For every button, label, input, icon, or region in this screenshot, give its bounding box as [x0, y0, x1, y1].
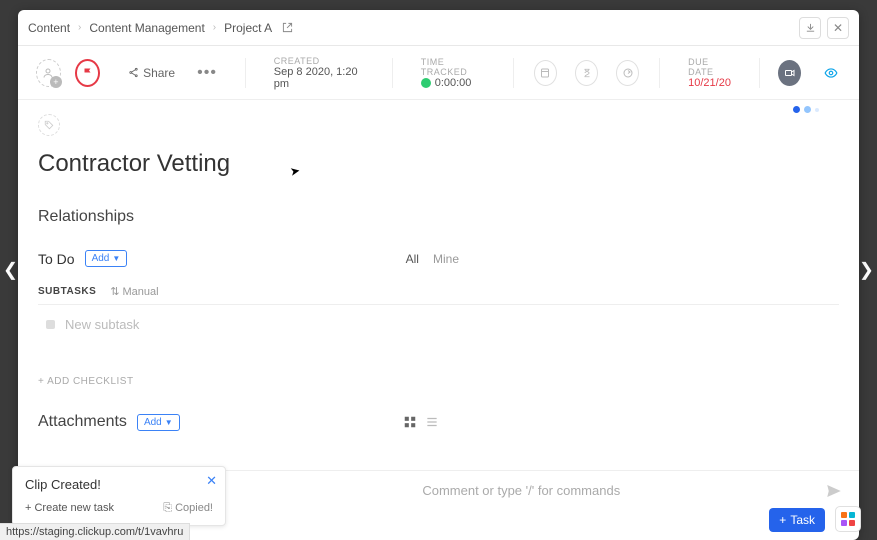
chevron-right-icon: ›: [213, 22, 216, 33]
share-label: Share: [143, 66, 175, 80]
sort-arrows-icon: ⇅: [110, 285, 119, 298]
status-url: https://staging.clickup.com/t/1vavhru: [0, 523, 190, 540]
sort-label: Manual: [122, 286, 158, 298]
due-label: DUE DATE: [688, 57, 731, 77]
breadcrumb-l3[interactable]: Project A: [224, 21, 272, 35]
loading-indicator: [793, 106, 819, 113]
next-task-arrow[interactable]: ❯: [859, 260, 874, 281]
todo-heading: To Do: [38, 251, 75, 267]
mouse-cursor-icon: ➤: [289, 163, 301, 179]
toast-close-icon[interactable]: ✕: [206, 473, 217, 489]
task-header: Share ••• CREATED Sep 8 2020, 1:20 pm TI…: [18, 46, 859, 100]
minimize-button[interactable]: [799, 17, 821, 39]
due-value: 10/21/20: [688, 77, 731, 89]
plus-icon: +: [779, 513, 786, 527]
add-label: Add: [144, 417, 162, 428]
breadcrumb-l2[interactable]: Content Management: [89, 21, 204, 35]
status-square-icon: [46, 320, 55, 329]
comment-placeholder[interactable]: Comment or type '/' for commands: [422, 483, 620, 498]
prev-task-arrow[interactable]: ❮: [3, 260, 18, 281]
toast-create-label: Create new task: [34, 502, 113, 514]
new-subtask-placeholder: New subtask: [65, 317, 139, 332]
task-title[interactable]: Contractor Vetting: [38, 150, 839, 178]
task-modal: Content › Content Management › Project A…: [18, 10, 859, 540]
caret-down-icon: ▼: [112, 254, 120, 263]
apps-grid-icon[interactable]: [835, 506, 861, 532]
sprint-icon[interactable]: [616, 60, 639, 86]
list-view-icon[interactable]: [425, 415, 439, 429]
priority-flag-icon[interactable]: [75, 59, 100, 87]
close-button[interactable]: ✕: [827, 17, 849, 39]
more-menu-icon[interactable]: •••: [197, 64, 217, 82]
attachments-add-button[interactable]: Add ▼: [137, 414, 180, 431]
subtasks-sort[interactable]: ⇅ Manual: [110, 285, 158, 298]
send-icon[interactable]: [825, 482, 843, 500]
new-subtask-input[interactable]: New subtask: [38, 313, 839, 348]
hourglass-icon[interactable]: [575, 60, 598, 86]
assignee-add-icon[interactable]: [36, 59, 61, 87]
chevron-right-icon: ›: [78, 22, 81, 33]
filter-all-tab[interactable]: All: [406, 252, 419, 266]
toast-create-task[interactable]: + Create new task: [25, 502, 114, 515]
time-value: 0:00:00: [435, 77, 472, 89]
attachments-heading: Attachments: [38, 413, 127, 431]
tag-add-icon[interactable]: [38, 114, 60, 136]
toast-copied-label: Copied!: [175, 502, 213, 514]
caret-down-icon: ▼: [165, 418, 173, 427]
todo-add-button[interactable]: Add ▼: [85, 250, 128, 267]
todo-filter-tabs: All Mine: [406, 252, 459, 266]
task-button-label: Task: [790, 513, 815, 527]
watchers-icon[interactable]: [821, 66, 841, 80]
created-label: CREATED: [274, 56, 364, 66]
new-task-button[interactable]: + Task: [769, 508, 825, 532]
estimate-icon[interactable]: [534, 60, 557, 86]
toast-title: Clip Created!: [25, 477, 213, 492]
time-label: TIME TRACKED: [421, 57, 485, 77]
created-meta: CREATED Sep 8 2020, 1:20 pm: [274, 56, 364, 90]
grid-view-icon[interactable]: [403, 415, 417, 429]
clip-toast: ✕ Clip Created! + Create new task ⎘ Copi…: [12, 466, 226, 526]
due-date-meta[interactable]: DUE DATE 10/21/20: [688, 57, 731, 89]
play-icon[interactable]: [421, 78, 431, 88]
relationships-heading: Relationships: [38, 208, 839, 226]
time-tracked-meta: TIME TRACKED 0:00:00: [421, 57, 485, 89]
record-clip-icon[interactable]: [778, 60, 801, 86]
breadcrumb-bar: Content › Content Management › Project A…: [18, 10, 859, 46]
open-external-icon[interactable]: [280, 21, 294, 35]
filter-mine-tab[interactable]: Mine: [433, 252, 459, 266]
breadcrumb-l1[interactable]: Content: [28, 21, 70, 35]
toast-copied: ⎘ Copied!: [163, 502, 213, 515]
share-button[interactable]: Share: [128, 66, 175, 80]
created-value: Sep 8 2020, 1:20 pm: [274, 66, 364, 90]
add-checklist-button[interactable]: + ADD CHECKLIST: [38, 376, 839, 387]
subtasks-heading: SUBTASKS: [38, 286, 96, 297]
add-label: Add: [92, 253, 110, 264]
